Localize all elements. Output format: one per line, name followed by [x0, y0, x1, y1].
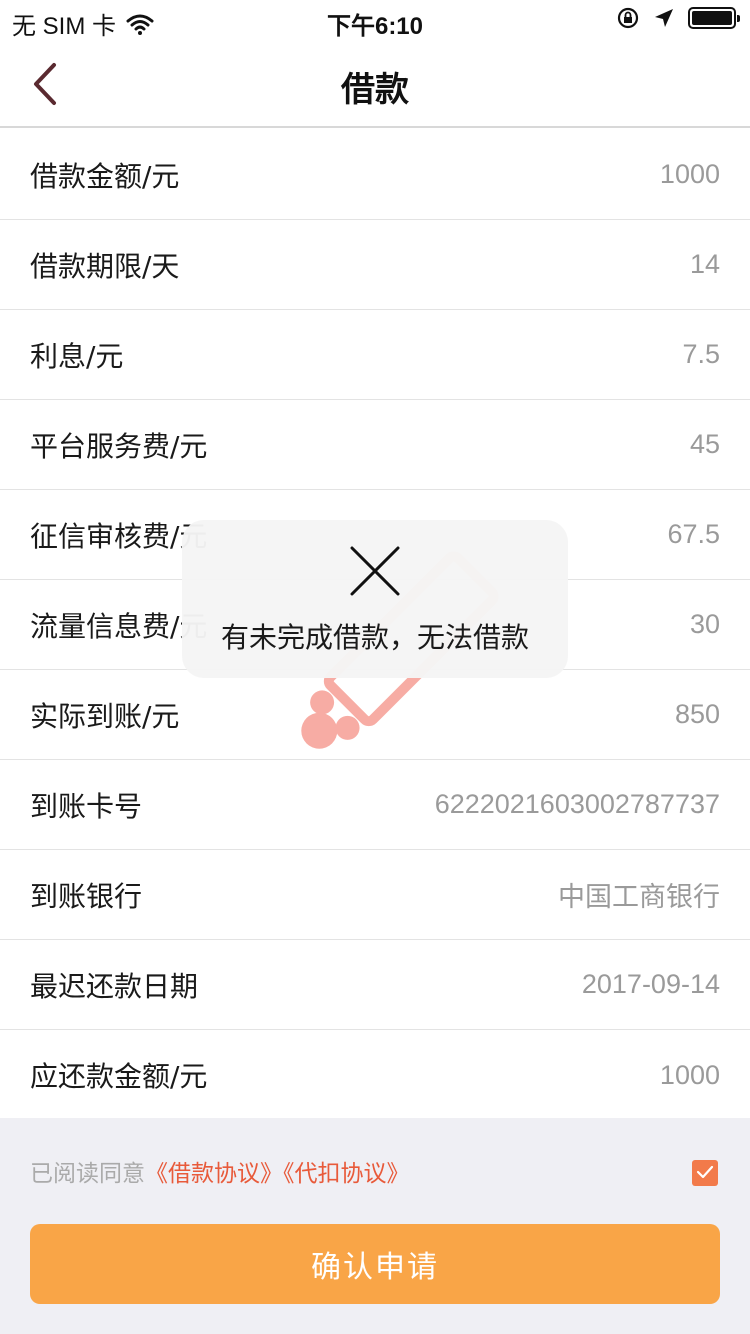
- row-label: 平台服务费/元: [30, 429, 208, 463]
- agreement-prefix: 已阅读同意: [30, 1161, 145, 1187]
- row-label: 借款金额/元: [30, 159, 180, 193]
- row-label: 应还款金额/元: [30, 1060, 208, 1093]
- row-platform-fee: 平台服务费/元 45: [0, 400, 750, 490]
- row-bank: 到账银行 中国工商银行: [0, 850, 750, 940]
- row-label: 实际到账/元: [30, 699, 180, 733]
- row-interest: 利息/元 7.5: [0, 310, 750, 400]
- close-icon: [350, 546, 400, 600]
- row-due-date: 最迟还款日期 2017-09-14: [0, 940, 750, 1030]
- row-card-number: 到账卡号 6222021603002787737: [0, 760, 750, 850]
- toast-message: 有未完成借款，无法借款: [220, 621, 529, 654]
- agree-checkbox[interactable]: [692, 1160, 718, 1186]
- row-value: 14: [689, 249, 720, 279]
- checkmark-icon: [696, 1164, 714, 1183]
- row-label: 借款期限/天: [30, 249, 180, 283]
- row-value: 1000: [659, 159, 720, 189]
- row-value: 67.5: [667, 519, 720, 549]
- row-value: 6222021603002787737: [434, 789, 720, 819]
- nav-bar: 借款: [0, 40, 750, 128]
- row-label: 利息/元: [30, 339, 124, 373]
- bottom-area: 已阅读同意《借款协议》《代扣协议》 确认申请: [0, 1118, 750, 1334]
- row-label: 到账银行: [30, 879, 143, 913]
- row-value: 1000: [659, 1059, 720, 1090]
- row-label: 到账卡号: [30, 789, 143, 823]
- row-value: 7.5: [682, 339, 720, 369]
- row-value: 850: [674, 699, 720, 729]
- row-loan-amount: 借款金额/元 1000: [0, 130, 750, 220]
- loan-agreement-link[interactable]: 《借款协议》: [145, 1161, 283, 1187]
- row-label: 最迟还款日期: [30, 969, 199, 1003]
- lock-rotation-icon: [616, 6, 640, 30]
- row-loan-term: 借款期限/天 14: [0, 220, 750, 310]
- status-right: [616, 6, 740, 30]
- debit-agreement-link[interactable]: 《代扣协议》: [283, 1161, 410, 1187]
- battery-icon: [688, 7, 740, 29]
- row-label: 流量信息费/元: [30, 609, 208, 643]
- agreement-text: 已阅读同意《借款协议》《代扣协议》: [30, 1154, 410, 1188]
- row-value: 中国工商银行: [558, 882, 720, 913]
- status-bar: 无 SIM 卡 下午6:10: [0, 0, 750, 40]
- row-value: 45: [689, 429, 720, 459]
- location-icon: [654, 8, 674, 28]
- row-value: 30: [689, 609, 720, 639]
- row-label: 征信审核费/元: [30, 519, 208, 553]
- row-actual-received: 实际到账/元 850: [0, 670, 750, 760]
- page-title: 借款: [341, 70, 409, 110]
- row-repayment-amount: 应还款金额/元 1000: [0, 1030, 750, 1120]
- row-value: 2017-09-14: [581, 969, 720, 999]
- error-toast: 有未完成借款，无法借款: [182, 520, 568, 678]
- confirm-apply-button[interactable]: 确认申请: [30, 1224, 720, 1304]
